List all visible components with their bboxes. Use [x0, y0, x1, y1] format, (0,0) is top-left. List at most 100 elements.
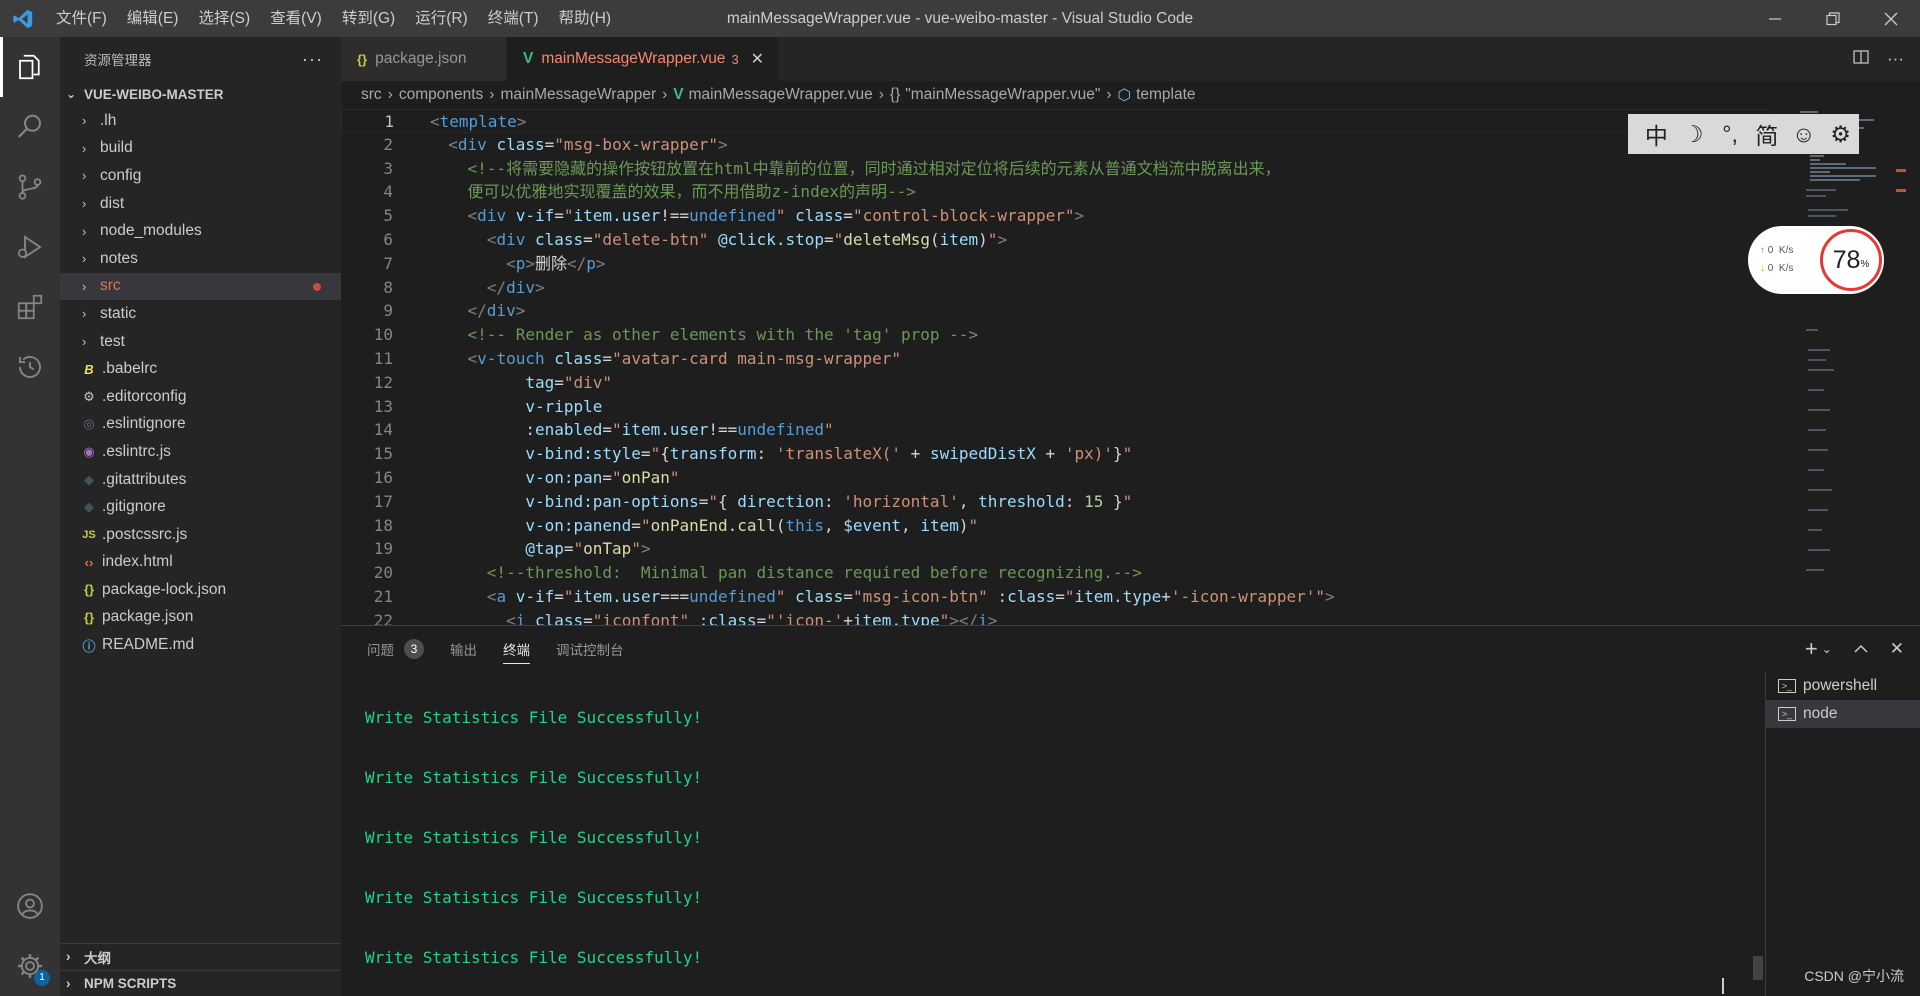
explorer-activity[interactable]: [0, 37, 60, 97]
tab-terminal[interactable]: 终端: [503, 626, 530, 672]
outline-section[interactable]: › 大纲: [60, 943, 341, 969]
tree-item-eslintrc[interactable]: ◉ .eslintrc.js: [60, 438, 341, 466]
tree-item-babelrc[interactable]: B .babelrc: [60, 355, 341, 383]
terminal-item-node[interactable]: >_ node: [1766, 700, 1920, 728]
tab-output[interactable]: 输出: [450, 626, 477, 672]
ime-chinese-mode[interactable]: 中: [1638, 117, 1675, 151]
tree-item-package-lock[interactable]: {} package-lock.json: [60, 576, 341, 604]
json-file-icon: {}: [83, 609, 95, 625]
close-icon[interactable]: ✕: [751, 49, 764, 69]
breadcrumb-item[interactable]: mainMessageWrapper: [500, 86, 656, 104]
restore-button[interactable]: [1804, 0, 1862, 37]
download-arrow-icon: ↓: [1760, 263, 1765, 274]
npm-scripts-section[interactable]: › NPM SCRIPTS: [60, 970, 341, 996]
close-window-button[interactable]: [1862, 0, 1920, 37]
line-number: 14: [373, 420, 393, 440]
extensions-activity[interactable]: [0, 277, 60, 337]
more-actions-icon[interactable]: ···: [302, 49, 323, 70]
tree-item-eslintignore[interactable]: ◎ .eslintignore: [60, 411, 341, 439]
chevron-right-icon: ›: [1106, 86, 1112, 103]
menu-selection[interactable]: 选择(S): [188, 0, 260, 37]
tree-item-gitattributes[interactable]: ◆ .gitattributes: [60, 466, 341, 494]
network-monitor-widget[interactable]: ↑ 0 K/s ↓ 0 K/s 78%: [1748, 226, 1884, 294]
tab-main-message-wrapper[interactable]: V mainMessageWrapper.vue 3 ✕: [507, 37, 780, 81]
tab-debug-console[interactable]: 调试控制台: [556, 626, 624, 672]
ime-simplified[interactable]: 简: [1748, 117, 1785, 151]
babel-file-icon: B: [84, 361, 94, 377]
tree-item-postcssrc[interactable]: JS .postcssrc.js: [60, 521, 341, 549]
terminal-item-powershell[interactable]: >_ powershell: [1766, 672, 1920, 700]
line-number: 2: [383, 134, 393, 154]
tree-item-notes[interactable]: › notes: [60, 245, 341, 273]
timeline-activity[interactable]: [0, 337, 60, 397]
problems-badge: 3: [404, 639, 424, 659]
tree-item-lh[interactable]: › .lh: [60, 107, 341, 135]
minimap[interactable]: [1796, 109, 1906, 625]
breadcrumb-item[interactable]: components: [399, 86, 483, 104]
tab-label: 输出: [450, 643, 477, 658]
tree-item-dist[interactable]: › dist: [60, 190, 341, 218]
breadcrumb-item[interactable]: template: [1136, 86, 1195, 104]
tree-item-test[interactable]: › test: [60, 328, 341, 356]
tree-item-build[interactable]: › build: [60, 135, 341, 163]
menu-file[interactable]: 文件(F): [46, 0, 117, 37]
tab-problems[interactable]: 问题 3: [367, 626, 424, 672]
emoji-icon[interactable]: ☺: [1785, 121, 1822, 148]
breadcrumb-item[interactable]: "mainMessageWrapper.vue": [905, 86, 1100, 104]
search-activity[interactable]: [0, 97, 60, 157]
chevron-down-icon[interactable]: ⌄: [1822, 642, 1832, 656]
tree-item-config[interactable]: › config: [60, 162, 341, 190]
maximize-panel-icon[interactable]: [1854, 639, 1868, 659]
explorer-title: 资源管理器: [84, 53, 152, 68]
tab-label: 问题: [367, 643, 394, 658]
bottom-panel: 问题 3 输出 终端 调试控制台 + ⌄ ✕ Write Statistics F…: [341, 625, 1920, 996]
ime-punctuation[interactable]: °,: [1712, 121, 1749, 148]
watermark: CSDN @宁小流: [1804, 968, 1904, 984]
terminal-icon: >_: [1778, 679, 1796, 693]
menu-edit[interactable]: 编辑(E): [117, 0, 189, 37]
breadcrumb-item[interactable]: mainMessageWrapper.vue: [689, 86, 873, 104]
workspace-root[interactable]: ⌄ VUE-WEIBO-MASTER: [60, 81, 341, 107]
manage-activity[interactable]: 1: [0, 936, 60, 996]
line-number: 10: [373, 325, 393, 345]
menu-go[interactable]: 转到(G): [332, 0, 405, 37]
close-icon[interactable]: ✕: [1890, 639, 1904, 659]
code-line: 17 v-bind:pan-options="{ direction: 'hor…: [341, 490, 1771, 514]
tree-item-gitignore[interactable]: ◆ .gitignore: [60, 493, 341, 521]
run-debug-activity[interactable]: [0, 217, 60, 277]
tree-item-editorconfig[interactable]: ⚙ .editorconfig: [60, 383, 341, 411]
menu-terminal[interactable]: 终端(T): [478, 0, 549, 37]
tree-item-node-modules[interactable]: › node_modules: [60, 217, 341, 245]
code-editor[interactable]: 1 <template> 2 <div class="msg-box-wrappe…: [341, 109, 1771, 630]
tab-label: mainMessageWrapper.vue: [541, 50, 726, 67]
tree-item-readme[interactable]: ⓘ README.md: [60, 631, 341, 659]
tree-item-label: .eslintrc.js: [102, 442, 171, 460]
moon-icon[interactable]: ☽: [1675, 121, 1712, 148]
download-unit: K/s: [1778, 263, 1794, 274]
upload-arrow-icon: ↑: [1760, 245, 1765, 256]
vue-file-icon: V: [673, 86, 684, 103]
split-editor-icon[interactable]: [1853, 49, 1869, 70]
more-actions-icon[interactable]: ···: [1887, 49, 1904, 69]
tree-item-src[interactable]: › src: [60, 272, 341, 301]
minimize-button[interactable]: [1746, 0, 1804, 37]
terminal-scrollbar[interactable]: [1753, 956, 1763, 980]
menu-run[interactable]: 运行(R): [405, 0, 478, 37]
breadcrumb-item[interactable]: src: [361, 86, 382, 104]
tree-item-index-html[interactable]: ‹› index.html: [60, 549, 341, 577]
terminal-output[interactable]: Write Statistics File Successfully! Writ…: [365, 672, 1705, 996]
tree-item-label: package-lock.json: [102, 580, 227, 598]
gear-icon[interactable]: ⚙: [1822, 121, 1859, 148]
chevron-right-icon: ›: [66, 949, 71, 964]
new-terminal-icon[interactable]: +: [1805, 636, 1818, 662]
tree-item-package-json[interactable]: {} package.json: [60, 604, 341, 632]
terminal-line: Write Statistics File Successfully!: [365, 947, 703, 967]
terminal-line: Write Statistics File Successfully!: [365, 707, 703, 727]
menu-view[interactable]: 查看(V): [260, 0, 332, 37]
accounts-activity[interactable]: [0, 876, 60, 936]
tab-package-json[interactable]: {} package.json: [341, 37, 507, 81]
source-control-activity[interactable]: [0, 157, 60, 217]
percent-sign: %: [1860, 258, 1870, 270]
menu-help[interactable]: 帮助(H): [549, 0, 622, 37]
tree-item-static[interactable]: › static: [60, 300, 341, 328]
